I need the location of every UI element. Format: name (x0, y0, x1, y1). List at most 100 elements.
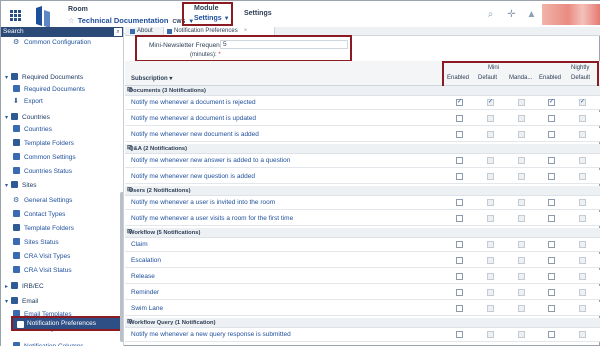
sidebar: Search ⌕ ⚙ Common Configuration ▾ Required … (1, 27, 124, 346)
table-row: Notify me whenever a user visits a room … (125, 212, 600, 226)
notification-label: Notify me whenever a user visits a room … (131, 215, 294, 222)
nightly-enabled-checkbox[interactable] (548, 99, 555, 106)
nightly-enabled-checkbox[interactable] (548, 173, 555, 180)
sidebar-item-notification-preferences[interactable]: Notification Preferences (11, 316, 123, 331)
search-input[interactable]: Search (3, 28, 24, 35)
table-row: Notify me whenever a document is rejecte… (125, 96, 600, 110)
bell-icon[interactable]: ▲ (526, 9, 537, 20)
gear-icon: ⚙ (13, 197, 20, 204)
nightly-enabled-checkbox[interactable] (548, 273, 555, 280)
mini-enabled-checkbox[interactable] (456, 157, 463, 164)
notification-label: Release (131, 273, 155, 280)
mini-enabled-checkbox[interactable] (456, 241, 463, 248)
table-row: Reminder (125, 286, 600, 300)
group-row[interactable]: ⊟ Workflow (5 Notifications) (125, 228, 600, 238)
sidebar-item[interactable]: Notification Columns (13, 341, 84, 346)
nightly-enabled-checkbox[interactable] (548, 115, 555, 122)
mini-enabled-checkbox[interactable] (456, 305, 463, 312)
sidebar-search[interactable]: Search ⌕ (1, 27, 123, 37)
room-selector[interactable]: ☆ Technical Documentation CWS ▼ (68, 16, 194, 25)
nightly-default-checkbox (579, 199, 586, 206)
mini-default-checkbox (487, 273, 494, 280)
star-icon[interactable]: ☆ (68, 16, 75, 25)
sidebar-item[interactable]: Countries Status (13, 166, 72, 177)
sidebar-item-label: CRA Visit Types (24, 253, 71, 260)
notification-label: Notify me whenever a user is invited int… (131, 199, 276, 206)
notification-label: Notify me whenever new question is added (131, 173, 255, 180)
mandatory-checkbox (518, 289, 525, 296)
nightly-enabled-checkbox[interactable] (548, 157, 555, 164)
sidebar-item[interactable]: CRA Visit Types (13, 251, 70, 262)
mini-enabled-checkbox[interactable] (456, 215, 463, 222)
mini-enabled-checkbox[interactable] (456, 199, 463, 206)
mandatory-checkbox (518, 331, 525, 338)
search-icon[interactable]: ⌕ (485, 9, 496, 20)
mini-enabled-checkbox[interactable] (456, 131, 463, 138)
module-selector[interactable]: Settings ▼ (194, 15, 230, 22)
nightly-enabled-checkbox[interactable] (548, 257, 555, 264)
sidebar-item-label: General Settings (24, 197, 73, 204)
nightly-enabled-checkbox[interactable] (548, 199, 555, 206)
nightly-enabled-checkbox[interactable] (548, 131, 555, 138)
folder-icon (11, 297, 19, 304)
nightly-default-checkbox (579, 173, 586, 180)
mini-enabled-checkbox[interactable] (456, 331, 463, 338)
document-icon (130, 29, 135, 34)
sidebar-item[interactable]: Required Documents (13, 84, 85, 95)
sidebar-item[interactable]: Sites Status (13, 237, 59, 248)
mini-default-checkbox (487, 131, 494, 138)
mini-enabled-checkbox[interactable] (456, 99, 463, 106)
group-row[interactable]: ⊟ Q&A (2 Notifications) (125, 144, 600, 154)
sidebar-item[interactable]: Common Settings (13, 152, 76, 163)
sidebar-item[interactable]: CRA Visit Status (13, 265, 72, 276)
mini-default-checkbox (487, 305, 494, 312)
subscription-header[interactable]: Subscription ▾ (131, 75, 172, 82)
sidebar-item[interactable]: ▾ Email (5, 296, 38, 307)
sidebar-item[interactable]: ▾ Countries (5, 112, 50, 123)
search-icon[interactable]: ⌕ (114, 28, 122, 36)
table-row: Notify me whenever new answer is added t… (125, 154, 600, 168)
mini-enabled-checkbox[interactable] (456, 257, 463, 264)
mini-enabled-checkbox[interactable] (456, 173, 463, 180)
add-icon[interactable]: ✛ (506, 9, 517, 20)
mandatory-checkbox (518, 241, 525, 248)
mini-default-checkbox (487, 99, 494, 106)
folder-icon (11, 73, 19, 80)
frequency-input[interactable] (220, 40, 348, 49)
mini-enabled-checkbox[interactable] (456, 115, 463, 122)
columns-highlight (442, 61, 599, 89)
notification-label: Notify me whenever a new query response … (131, 331, 291, 338)
nightly-default-checkbox (579, 215, 586, 222)
group-row[interactable]: ⊟ Users (2 Notifications) (125, 186, 600, 196)
nightly-enabled-checkbox[interactable] (548, 305, 555, 312)
sidebar-item[interactable]: Template Folders (13, 223, 74, 234)
sidebar-item[interactable]: ⬇ Export (13, 96, 43, 107)
sidebar-item[interactable]: ▾ Sites (5, 180, 36, 191)
nightly-enabled-checkbox[interactable] (548, 289, 555, 296)
sidebar-item[interactable]: ⚙ Common Configuration (13, 37, 91, 48)
tab-label: Notification Preferences (174, 28, 238, 34)
sidebar-item[interactable]: Countries (13, 124, 52, 135)
mini-default-checkbox (487, 215, 494, 222)
nightly-default-checkbox (579, 257, 586, 264)
close-icon[interactable]: × (244, 28, 248, 34)
notification-label: Notify me whenever new document is added (131, 131, 259, 138)
sidebar-item[interactable]: ▾ Required Documents (5, 72, 83, 83)
group-row[interactable]: ⊟ Workflow Query (1 Notification) (125, 318, 600, 328)
nightly-enabled-checkbox[interactable] (548, 241, 555, 248)
mini-enabled-checkbox[interactable] (456, 289, 463, 296)
user-avatar[interactable] (542, 4, 600, 25)
table-row: Notify me whenever a document is updated (125, 112, 600, 126)
sidebar-item-label: CRA Visit Status (24, 267, 72, 274)
group-row[interactable]: ⊟ Documents (3 Notifications) (125, 86, 600, 96)
mini-enabled-checkbox[interactable] (456, 273, 463, 280)
app-grid-icon[interactable] (10, 10, 21, 21)
sidebar-item[interactable]: ▸ IRB/EC (5, 281, 44, 292)
nightly-enabled-checkbox[interactable] (548, 215, 555, 222)
sidebar-item[interactable]: ⚙ General Settings (13, 195, 72, 206)
sidebar-scrollbar[interactable] (120, 192, 123, 342)
folder-icon (13, 224, 20, 231)
sidebar-item[interactable]: Template Folders (13, 138, 74, 149)
sidebar-item[interactable]: Contact Types (13, 209, 65, 220)
nightly-enabled-checkbox[interactable] (548, 331, 555, 338)
